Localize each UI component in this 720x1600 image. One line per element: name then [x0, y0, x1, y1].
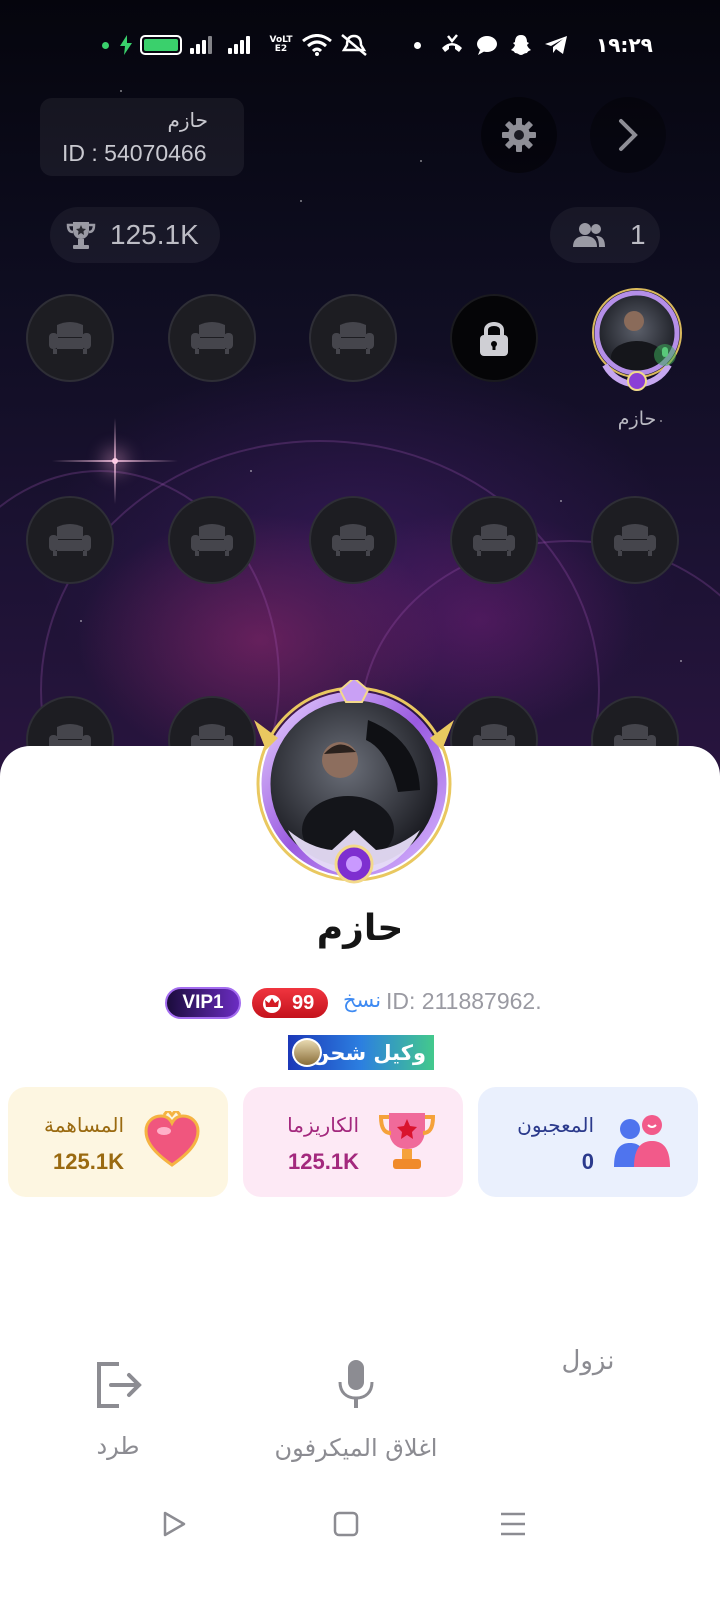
sofa-icon [49, 524, 91, 556]
avatar-frame [254, 676, 454, 884]
snapchat-icon [510, 28, 532, 62]
mute-mic-label: اغلاق الميكرفون [274, 1434, 438, 1462]
profile-avatar[interactable] [248, 676, 460, 892]
seat-empty[interactable] [26, 294, 114, 382]
telegram-icon [544, 28, 568, 62]
fans-icon [610, 1109, 674, 1173]
users-icon [573, 223, 605, 247]
forward-button[interactable] [590, 97, 666, 173]
signal-icon [190, 28, 212, 62]
seat-empty[interactable] [309, 294, 397, 382]
online-count: 1 [630, 219, 646, 250]
fans-label: المعجبون [517, 1113, 594, 1137]
status-bar: VoLTE2 ١٩:٢٩ [0, 28, 720, 62]
room-trophy-count: 125.1K [110, 219, 199, 250]
sofa-icon [191, 322, 233, 354]
level-value: 99 [292, 991, 315, 1014]
leave-seat-button[interactable]: نزول [540, 1346, 636, 1376]
battery-icon [140, 35, 182, 55]
profile-user-id: ID: 211887962. [386, 988, 542, 1014]
vip-badge: VIP1 [165, 987, 241, 1019]
navigation-bar [0, 1492, 720, 1562]
lock-icon [480, 322, 508, 356]
avatar-frame [592, 288, 682, 391]
exit-icon [97, 1362, 142, 1408]
seat-empty[interactable] [309, 496, 397, 584]
chevron-right-icon [619, 119, 638, 151]
contribution-label: المساهمة [44, 1113, 124, 1137]
room-name: حازم [167, 108, 209, 132]
fans-value: 0 [581, 1149, 594, 1174]
sofa-icon [191, 524, 233, 556]
contribution-value: 125.1K [53, 1149, 124, 1174]
charging-icon [120, 28, 132, 62]
wifi-icon [302, 28, 332, 62]
notification-dot-icon [102, 41, 109, 49]
trophy-icon [66, 222, 96, 249]
seat-empty[interactable] [168, 294, 256, 382]
home-icon[interactable] [332, 1510, 360, 1542]
sofa-icon [49, 322, 91, 354]
crown-icon [263, 995, 281, 1013]
signal-icon [228, 28, 250, 62]
charisma-value: 125.1K [288, 1149, 359, 1174]
seat-occupied-avatar[interactable] [585, 287, 689, 391]
microphone-icon [338, 1360, 374, 1408]
charisma-label: الكاريزما [287, 1113, 359, 1137]
room-trophy-pill[interactable]: 125.1K [50, 207, 220, 263]
heart-icon [140, 1109, 204, 1173]
back-icon[interactable] [160, 1510, 188, 1542]
recents-icon[interactable] [498, 1510, 528, 1542]
room-id: ID : 54070466 [62, 140, 207, 166]
mute-icon [338, 28, 370, 62]
settings-button[interactable] [481, 97, 557, 173]
online-users-pill[interactable]: 1 [550, 207, 660, 263]
call-icon [440, 28, 464, 62]
agent-banner-label: وكيل شحن [311, 1040, 426, 1065]
volte-icon: VoLTE2 [269, 35, 293, 54]
sofa-icon [614, 524, 656, 556]
agent-logo-icon [292, 1038, 322, 1067]
dot-icon [414, 41, 421, 49]
agent-banner: وكيل شحن [288, 1035, 434, 1070]
level-badge: 99 [252, 988, 328, 1018]
profile-name: حازم [316, 908, 404, 949]
clock: ١٩:٢٩ [596, 33, 653, 57]
contribution-card[interactable]: المساهمة 125.1K [8, 1087, 228, 1197]
sparkle-decoration [52, 418, 178, 504]
kick-button[interactable]: طرد [70, 1360, 166, 1460]
room-info-card[interactable]: حازم ID : 54070466 [40, 98, 244, 176]
seat-empty[interactable] [168, 496, 256, 584]
mute-mic-button[interactable]: اغلاق الميكرفون [246, 1358, 466, 1462]
seat-occupant-name: حازم [617, 408, 657, 430]
sofa-icon [332, 322, 374, 354]
vip-label: VIP1 [182, 992, 224, 1013]
copy-id-button[interactable]: نسخ [343, 988, 381, 1012]
seat-empty[interactable] [26, 496, 114, 584]
sofa-icon [473, 524, 515, 556]
trophy-icon [375, 1109, 439, 1173]
fans-card[interactable]: المعجبون 0 [478, 1087, 698, 1197]
charisma-card[interactable]: الكاريزما 125.1K [243, 1087, 463, 1197]
leave-seat-label: نزول [561, 1346, 615, 1376]
seat-empty[interactable] [591, 496, 679, 584]
seat-empty[interactable] [450, 496, 538, 584]
gear-icon [502, 118, 536, 152]
sofa-icon [332, 524, 374, 556]
seat-locked[interactable] [450, 294, 538, 382]
chat-icon [476, 28, 498, 62]
kick-label: طرد [96, 1432, 140, 1460]
